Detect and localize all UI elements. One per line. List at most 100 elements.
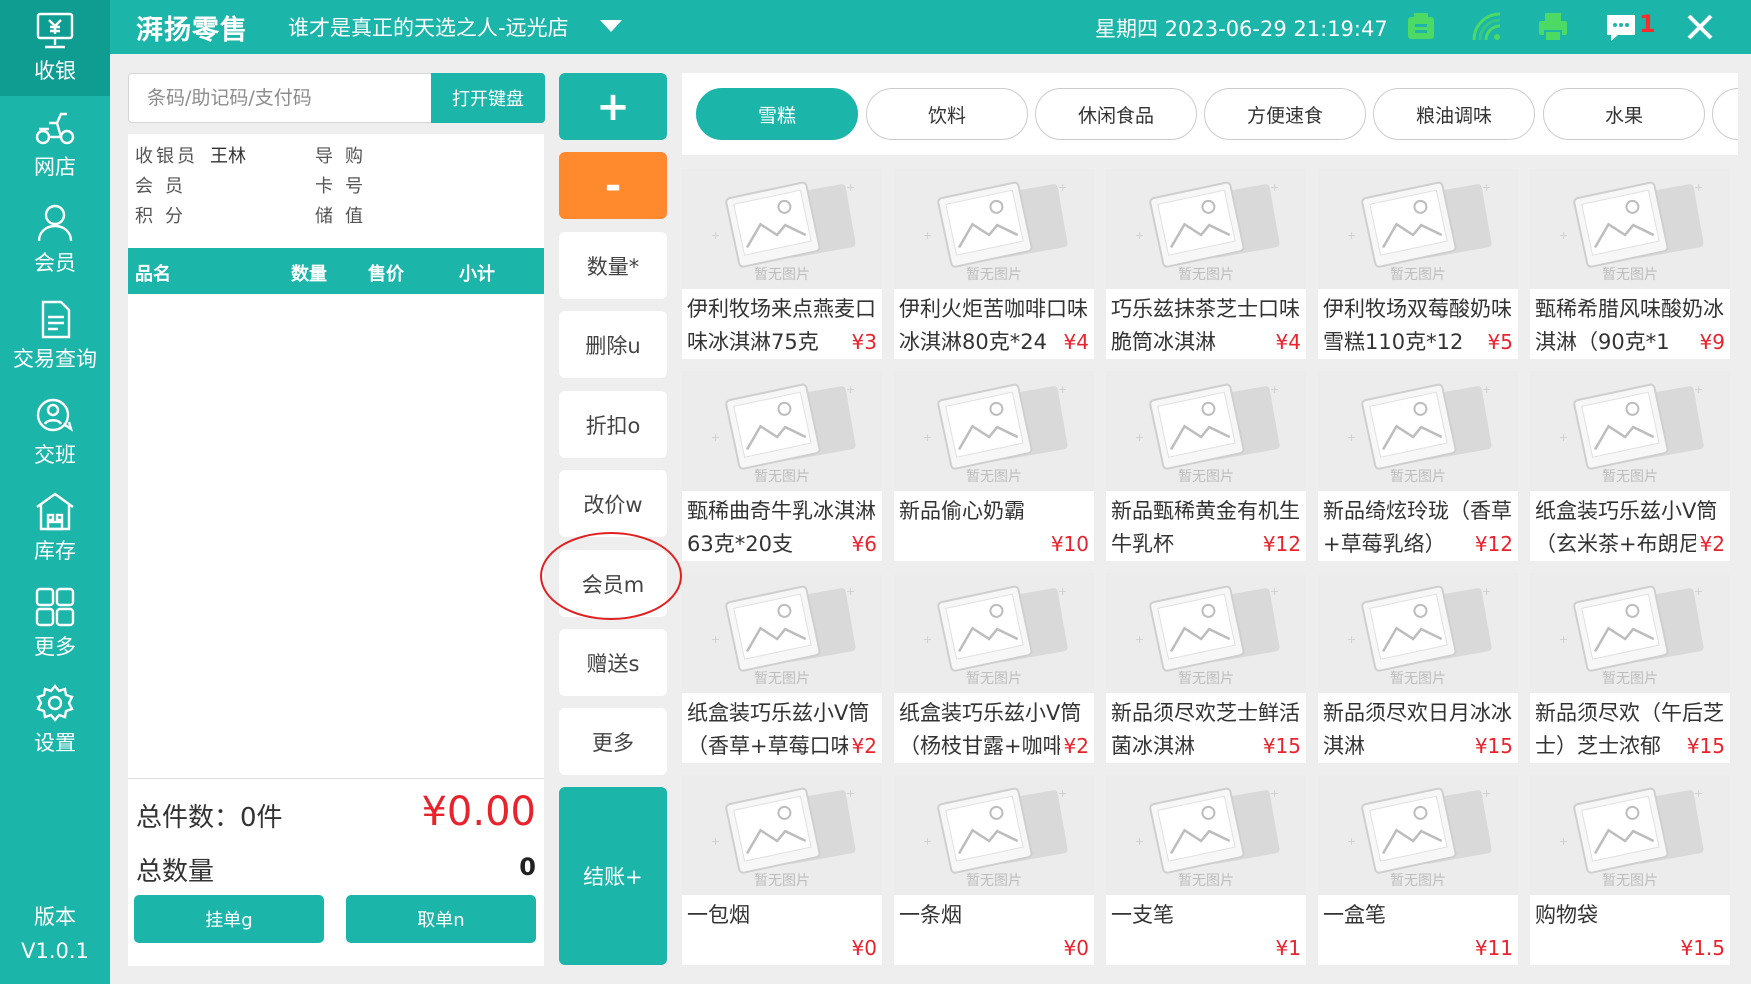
- tab-instant-food[interactable]: 方便速食: [1204, 88, 1366, 140]
- product-card[interactable]: + + 暂无图片 新品绮炫玲珑（香草+草莓乳络） ¥12: [1318, 371, 1518, 561]
- total-amount: ¥0.00: [421, 789, 536, 835]
- product-card[interactable]: + + 暂无图片 巧乐兹抹茶芝士口味脆筒冰淇淋 ¥4: [1106, 169, 1306, 359]
- sidebar-item-online-store[interactable]: 网店: [0, 96, 110, 192]
- product-price: ¥1.5: [1676, 932, 1725, 965]
- gift-button[interactable]: 赠送s: [559, 629, 667, 696]
- svg-text:+: +: [1347, 835, 1356, 848]
- discount-button[interactable]: 折扣o: [559, 391, 667, 458]
- no-image-text: 暂无图片: [754, 873, 810, 889]
- product-card[interactable]: + + 暂无图片 纸盒装巧乐兹小V筒（杨枝甘露+咖啡 ¥2: [894, 573, 1094, 763]
- sidebar-item-label: 库存: [34, 539, 76, 563]
- product-card[interactable]: + + 暂无图片 纸盒装巧乐兹小V筒（玄米茶+布朗尼 ¥2: [1530, 371, 1730, 561]
- no-image-icon: + + 暂无图片: [1135, 383, 1280, 485]
- no-image-text: 暂无图片: [754, 267, 810, 283]
- member-button[interactable]: 会员m: [559, 550, 667, 617]
- no-image-text: 暂无图片: [1178, 469, 1234, 485]
- product-card[interactable]: + + 暂无图片 伊利牧场双莓酸奶味雪糕110克*12 ¥5: [1318, 169, 1518, 359]
- svg-text:+: +: [846, 383, 855, 396]
- printer-icon[interactable]: [1536, 10, 1570, 44]
- no-image-text: 暂无图片: [1390, 671, 1446, 687]
- receipt-icon[interactable]: [1404, 10, 1438, 44]
- balance-label: 储值: [315, 206, 375, 227]
- no-image-icon: + + 暂无图片: [711, 585, 856, 687]
- guide-label[interactable]: 导购: [315, 142, 375, 172]
- barcode-input[interactable]: [129, 74, 431, 122]
- tab-fruit[interactable]: 水果: [1543, 88, 1705, 140]
- product-price: ¥2: [847, 730, 877, 763]
- product-card[interactable]: + + 暂无图片 伊利火炬苦咖啡口味冰淇淋80克*24 ¥4: [894, 169, 1094, 359]
- sidebar-item-transactions[interactable]: 交易查询: [0, 288, 110, 384]
- sidebar-item-settings[interactable]: 设置: [0, 672, 110, 768]
- svg-text:+: +: [1482, 181, 1491, 194]
- product-card[interactable]: + + 暂无图片 新品须尽欢芝士鲜活菌冰淇淋 ¥15: [1106, 573, 1306, 763]
- product-card[interactable]: + + 暂无图片 一条烟 ¥0: [894, 775, 1094, 965]
- table-header: 品名 数量 售价 小计: [128, 248, 544, 294]
- shift-icon: [36, 398, 74, 432]
- checkout-button[interactable]: 结账+: [559, 787, 667, 965]
- sidebar-item-member[interactable]: 会员: [0, 192, 110, 288]
- version-value: V1.0.1: [21, 939, 89, 963]
- wifi-icon[interactable]: [1470, 10, 1504, 44]
- no-image-text: 暂无图片: [1602, 469, 1658, 485]
- tab-snacks[interactable]: 休闲食品: [1035, 88, 1197, 140]
- tab-ice-cream[interactable]: 雪糕: [696, 88, 858, 140]
- product-card[interactable]: + + 暂无图片 新品偷心奶霸 ¥10: [894, 371, 1094, 561]
- store-name[interactable]: 谁才是真正的天选之人-远光店: [288, 12, 569, 42]
- product-image: + + 暂无图片: [682, 775, 882, 895]
- quantity-button[interactable]: 数量*: [559, 232, 667, 299]
- tab-grain-oil[interactable]: 粮油调味: [1373, 88, 1535, 140]
- totals-panel: 总件数：0件 ¥0.00 总数量 0 挂单g 取单n: [128, 778, 544, 966]
- order-info: 收银员 王林 导购 会员 卡号 积分 储值: [128, 134, 544, 248]
- product-price: ¥4: [1059, 326, 1089, 359]
- open-keyboard-button[interactable]: 打开键盘: [431, 73, 545, 123]
- change-price-button[interactable]: 改价w: [559, 470, 667, 537]
- product-image: + + 暂无图片: [1530, 775, 1730, 895]
- svg-text:+: +: [1135, 633, 1144, 646]
- product-card[interactable]: + + 暂无图片 购物袋 ¥1.5: [1530, 775, 1730, 965]
- decrease-button[interactable]: -: [559, 152, 667, 219]
- product-card[interactable]: + + 暂无图片 甄稀曲奇牛乳冰淇淋63克*20支 ¥6: [682, 371, 882, 561]
- sidebar-item-more[interactable]: 更多: [0, 576, 110, 672]
- version-label: 版本: [34, 905, 76, 929]
- points-label: 积分: [135, 206, 195, 227]
- svg-text:+: +: [846, 787, 855, 800]
- top-header: 湃扬零售 谁才是真正的天选之人-远光店 星期四 2023-06-29 21:19…: [110, 0, 1751, 54]
- product-card[interactable]: + + 暂无图片 新品甄稀黄金有机生牛乳杯 ¥12: [1106, 371, 1306, 561]
- hold-order-button[interactable]: 挂单g: [134, 895, 324, 943]
- retrieve-order-button[interactable]: 取单n: [346, 895, 536, 943]
- svg-text:+: +: [1135, 835, 1144, 848]
- product-price: ¥3: [847, 326, 877, 359]
- product-card[interactable]: + + 暂无图片 一盒笔 ¥11: [1318, 775, 1518, 965]
- category-bar: 雪糕 饮料 休闲食品 方便速食 粮油调味 水果: [682, 73, 1738, 155]
- more-button[interactable]: 更多: [559, 708, 667, 775]
- sidebar-item-label: 设置: [34, 731, 76, 755]
- sidebar-item-shift[interactable]: 交班: [0, 384, 110, 480]
- sidebar-item-inventory[interactable]: 库存: [0, 480, 110, 576]
- svg-text:+: +: [1270, 787, 1279, 800]
- sidebar-item-cashier[interactable]: 收银: [0, 0, 110, 96]
- no-image-text: 暂无图片: [1178, 267, 1234, 283]
- product-card[interactable]: + + 暂无图片 甄稀希腊风味酸奶冰淇淋（90克*1 ¥9: [1530, 169, 1730, 359]
- delete-button[interactable]: 删除u: [559, 311, 667, 378]
- product-price: ¥2: [1695, 528, 1725, 561]
- product-price: ¥15: [1682, 730, 1725, 763]
- product-card[interactable]: + + 暂无图片 一包烟 ¥0: [682, 775, 882, 965]
- no-image-icon: + + 暂无图片: [1559, 787, 1704, 889]
- no-image-icon: + + 暂无图片: [1559, 383, 1704, 485]
- product-image: + + 暂无图片: [894, 775, 1094, 895]
- close-icon[interactable]: [1683, 10, 1717, 44]
- increase-button[interactable]: +: [559, 73, 667, 140]
- product-card[interactable]: + + 暂无图片 新品须尽欢日月冰冰淇淋 ¥15: [1318, 573, 1518, 763]
- tab-overflow[interactable]: [1712, 88, 1738, 140]
- product-image: + + 暂无图片: [894, 573, 1094, 693]
- product-card[interactable]: + + 暂无图片 新品须尽欢（午后芝士）芝士浓郁 ¥15: [1530, 573, 1730, 763]
- no-image-text: 暂无图片: [754, 469, 810, 485]
- sidebar-item-label: 收银: [34, 59, 76, 83]
- product-card[interactable]: + + 暂无图片 一支笔 ¥1: [1106, 775, 1306, 965]
- message-icon[interactable]: [1604, 10, 1638, 44]
- product-card[interactable]: + + 暂无图片 伊利牧场来点燕麦口味冰淇淋75克 ¥3: [682, 169, 882, 359]
- no-image-text: 暂无图片: [1602, 873, 1658, 889]
- tab-drinks[interactable]: 饮料: [866, 88, 1028, 140]
- chevron-down-icon[interactable]: [596, 16, 626, 36]
- product-card[interactable]: + + 暂无图片 纸盒装巧乐兹小V筒（香草+草莓口味 ¥2: [682, 573, 882, 763]
